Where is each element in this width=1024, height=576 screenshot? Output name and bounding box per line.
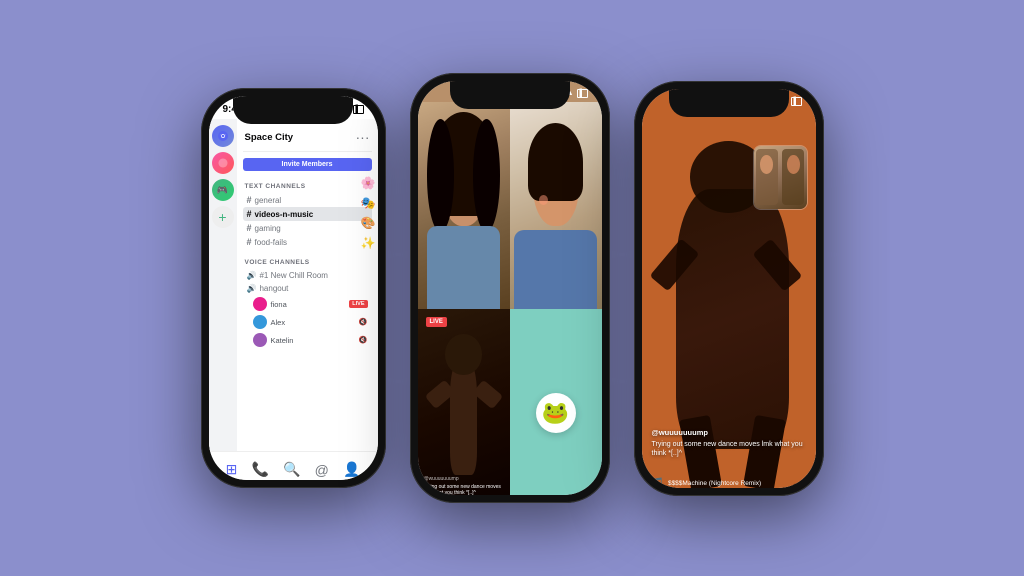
notch-1 <box>233 96 353 124</box>
hash-icon-3: # <box>247 223 252 233</box>
video-caption: @wuuuuuuump Trying out some new dance mo… <box>424 476 504 495</box>
person4-bg: 🐸 <box>510 309 602 495</box>
phone-discord-inner: 9:41 ▌▌▌ ▲ ▌ <box>209 96 378 480</box>
channel-name-gaming: gaming <box>255 224 281 233</box>
chat-icon[interactable]: 💬 <box>791 483 806 488</box>
hash-icon-2: # <box>247 209 252 219</box>
avatar-fiona <box>253 297 267 311</box>
phone-livestream-inner: ▌▌ ▲ ▌ <box>642 89 816 488</box>
username-alex: Alex <box>271 318 286 327</box>
voice-user-fiona: fiona LIVE <box>243 295 372 313</box>
hash-icon-1: # <box>247 195 252 205</box>
server-header: Space City ··· <box>243 125 372 152</box>
text-channels-label: TEXT CHANNELS <box>243 179 372 193</box>
voice-channels-label: VOICE CHANNELS <box>243 255 372 269</box>
video-cell-topright <box>510 102 602 309</box>
nav-home-icon[interactable]: ⊞ <box>226 461 238 478</box>
phone-livestream: ▌▌ ▲ ▌ <box>634 81 824 496</box>
discord-layout: 🎮 + Space City ··· Invite Members TEXT C… <box>209 119 378 451</box>
livestream-info: @wuuuuuuump Trying out some new dance mo… <box>652 428 806 458</box>
channel-food[interactable]: # food-fails <box>243 235 372 249</box>
voice-hangout[interactable]: 🔊 hangout <box>243 282 372 295</box>
phones-container: 9:41 ▌▌▌ ▲ ▌ <box>181 53 844 523</box>
livestream-main: @wuuuuuuump Trying out some new dance mo… <box>642 110 816 488</box>
server-icon-2[interactable] <box>212 152 234 174</box>
voice-user-alex: Alex 🔇 <box>243 313 372 331</box>
emoji-decorations: 🌸 🎭 🎨 ✨ <box>361 176 376 250</box>
voice-chill-room[interactable]: 🔊 #1 New Chill Room <box>243 269 372 282</box>
nav-at-icon[interactable]: @ <box>315 462 329 478</box>
speaker-icon-2: 🔊 <box>247 284 257 293</box>
mic-icon-katelin: 🔇 <box>359 336 368 344</box>
channel-name-general: general <box>255 196 282 205</box>
server-add-icon[interactable]: + <box>212 206 234 228</box>
notch-3 <box>669 89 789 117</box>
channel-list: Space City ··· Invite Members TEXT CHANN… <box>237 119 378 451</box>
notch-2 <box>450 81 570 109</box>
invite-button[interactable]: Invite Members <box>243 158 372 171</box>
channel-name-videos: videos-n-music <box>255 210 314 219</box>
server-icon-3[interactable]: 🎮 <box>212 179 234 201</box>
person1-bg <box>418 102 510 309</box>
video-cell-bottomright: 🐸 <box>510 309 602 495</box>
dancer-body-main <box>676 189 789 448</box>
voice-channel-name-1: #1 New Chill Room <box>259 271 327 280</box>
avatar-alex <box>253 315 267 329</box>
music-title: $$$$Machine (Nightcore Remix) <box>668 480 761 487</box>
speaker-icon-1: 🔊 <box>247 271 257 280</box>
phone-video-inner: ▌▌▌ ▲ ▌ <box>418 81 602 495</box>
battery-icon-2: ▌ <box>577 89 588 98</box>
nav-search-icon[interactable]: 🔍 <box>283 461 300 478</box>
voice-channel-name-2: hangout <box>259 284 288 293</box>
phone-video: ▌▌▌ ▲ ▌ <box>410 73 610 503</box>
mic-icon-alex: 🔇 <box>359 318 368 326</box>
stream-music: 🎵 $$$$Machine (Nightcore Remix) <box>652 478 786 488</box>
stream-caption: Trying out some new dance moves lmk what… <box>652 440 806 458</box>
server-menu-icon[interactable]: ··· <box>356 129 370 145</box>
nav-profile-icon[interactable]: 👤 <box>343 461 360 478</box>
battery-icon-1: ▌ <box>353 105 364 114</box>
live-badge-video: LIVE <box>426 317 447 327</box>
hash-icon-4: # <box>247 237 252 247</box>
phone-discord: 9:41 ▌▌▌ ▲ ▌ <box>201 88 386 488</box>
video-grid: LIVE @wuuuuuuump Trying out some new dan… <box>418 102 602 495</box>
channel-general[interactable]: # general <box>243 193 372 207</box>
video-cell-topleft <box>418 102 510 309</box>
frog-avatar: 🐸 <box>536 393 576 433</box>
channel-name-food: food-fails <box>255 238 287 247</box>
username-fiona: fiona <box>271 300 287 309</box>
pip-window <box>753 145 808 210</box>
voice-user-katelin: Katelin 🔇 <box>243 331 372 349</box>
music-note-icon: 🎵 <box>652 478 664 488</box>
channel-videos[interactable]: # videos-n-music <box>243 207 372 221</box>
channel-gaming[interactable]: # gaming <box>243 221 372 235</box>
username-katelin: Katelin <box>271 336 294 345</box>
server-icon-1[interactable] <box>212 125 234 147</box>
live-badge-fiona: LIVE <box>349 300 367 308</box>
person3-bg: LIVE @wuuuuuuump Trying out some new dan… <box>418 309 510 495</box>
pip-content <box>754 146 807 209</box>
server-name: Space City <box>245 132 294 143</box>
video-cell-bottomleft: LIVE @wuuuuuuump Trying out some new dan… <box>418 309 510 495</box>
nav-phone-icon[interactable]: 📞 <box>251 461 268 478</box>
avatar-katelin <box>253 333 267 347</box>
stream-username: @wuuuuuuump <box>652 428 806 437</box>
bottom-nav: ⊞ 📞 🔍 @ 👤 <box>209 451 378 480</box>
server-sidebar: 🎮 + <box>209 119 237 451</box>
battery-icon-3: ▌ <box>791 97 802 106</box>
person2-bg <box>510 102 602 309</box>
